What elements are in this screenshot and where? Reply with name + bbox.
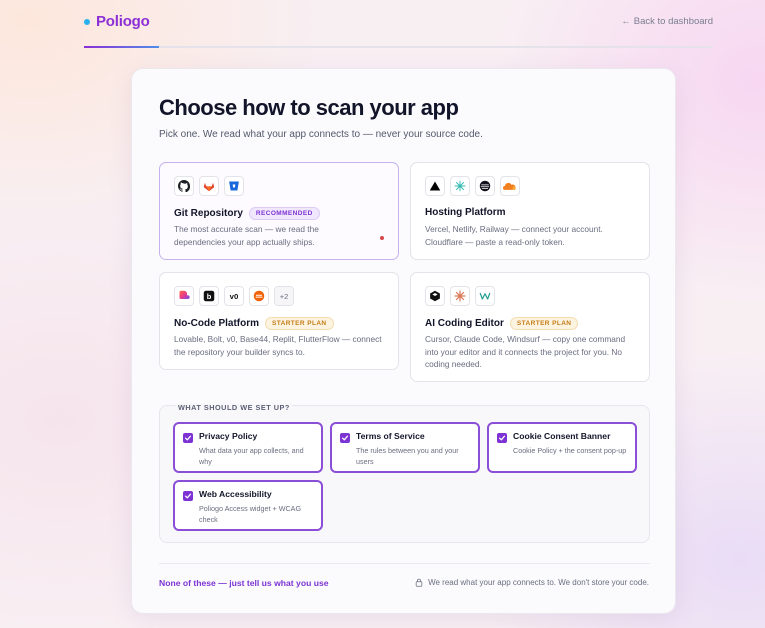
none-of-these-link[interactable]: None of these — just tell us what you us… [159, 578, 329, 588]
option-title: No-Code Platform [174, 318, 259, 329]
setup-heading: WHAT SHOULD WE SET UP? [176, 403, 292, 412]
setup-cookie-consent-banner[interactable]: Cookie Consent Banner Cookie Policy + th… [487, 422, 637, 473]
bolt-icon: b [199, 286, 219, 306]
starter-plan-badge: STARTER PLAN [509, 317, 579, 330]
checkbox-checked-icon[interactable] [183, 491, 193, 501]
setup-privacy-policy[interactable]: Privacy Policy What data your app collec… [173, 422, 323, 473]
progress-bar-fill [84, 46, 160, 48]
setup-item-description: What data your app collects, and why [199, 446, 304, 466]
option-no-code-platform[interactable]: b v0 +2 No-Code Platform STARTER PLAN Lo… [159, 272, 399, 370]
setup-item-title: Web Accessibility [199, 489, 272, 499]
checkbox-checked-icon[interactable] [497, 433, 507, 443]
option-title: Hosting Platform [425, 207, 506, 218]
recommended-badge: RECOMMENDED [248, 207, 320, 220]
option-title: AI Coding Editor [425, 318, 504, 329]
option-icons [425, 176, 520, 196]
setup-item-description: Poliogo Access widget + WCAG check [199, 504, 302, 524]
page-subtitle: Pick one. We read what your app connects… [159, 129, 483, 140]
divider [159, 563, 650, 564]
lock-icon [415, 578, 423, 587]
starter-plan-badge: STARTER PLAN [265, 317, 334, 330]
option-description: The most accurate scan — we read the dep… [174, 224, 319, 247]
arrow-left-icon: ← [621, 16, 631, 27]
option-description: Cursor, Claude Code, Windsurf — copy one… [425, 334, 626, 369]
option-description: Vercel, Netlify, Railway — connect your … [425, 224, 603, 247]
gitlab-icon [199, 176, 219, 196]
v0-icon: v0 [224, 286, 244, 306]
progress-bar [84, 46, 713, 48]
setup-item-title: Cookie Consent Banner [513, 431, 611, 441]
status-dot-icon [380, 236, 384, 240]
brand-dot-icon [84, 18, 90, 25]
option-icons [174, 176, 244, 196]
option-git-repository[interactable]: Git Repository RECOMMENDED The most accu… [159, 162, 399, 260]
back-to-dashboard-link[interactable]: ← Back to dashboard [621, 16, 713, 27]
option-title: Git Repository [174, 208, 243, 219]
vercel-icon [425, 176, 445, 196]
top-bar: Poliogo ← Back to dashboard [0, 0, 765, 48]
railway-icon [475, 176, 495, 196]
replit-icon [249, 286, 269, 306]
more-platforms-badge: +2 [274, 286, 294, 306]
setup-item-title: Terms of Service [356, 431, 425, 441]
option-ai-coding-editor[interactable]: AI Coding Editor STARTER PLAN Cursor, Cl… [410, 272, 650, 382]
brand-name: Poliogo [96, 13, 150, 30]
setup-web-accessibility[interactable]: Web Accessibility Poliogo Access widget … [173, 480, 323, 531]
option-description: Lovable, Bolt, v0, Base44, Replit, Flutt… [174, 334, 382, 357]
claude-icon [450, 286, 470, 306]
checkbox-checked-icon[interactable] [183, 433, 193, 443]
setup-terms-of-service[interactable]: Terms of Service The rules between you a… [330, 422, 480, 473]
privacy-note: We read what your app connects to. We do… [415, 578, 649, 587]
setup-item-description: Cookie Policy + the consent pop-up [513, 446, 627, 455]
brand-logo[interactable]: Poliogo [84, 13, 150, 30]
windsurf-icon [475, 286, 495, 306]
lovable-icon [174, 286, 194, 306]
page-title: Choose how to scan your app [159, 95, 459, 120]
cloudflare-icon [500, 176, 520, 196]
option-hosting-platform[interactable]: Hosting Platform Vercel, Netlify, Railwa… [410, 162, 650, 260]
setup-options-panel: WHAT SHOULD WE SET UP? Privacy Policy Wh… [159, 403, 650, 543]
scan-method-card: Choose how to scan your app Pick one. We… [131, 68, 676, 614]
option-icons: b v0 +2 [174, 286, 294, 306]
github-icon [174, 176, 194, 196]
svg-text:b: b [207, 292, 212, 301]
bitbucket-icon [224, 176, 244, 196]
privacy-note-text: We read what your app connects to. We do… [428, 578, 649, 587]
option-icons [425, 286, 495, 306]
back-link-label: Back to dashboard [633, 16, 713, 27]
cursor-icon [425, 286, 445, 306]
svg-text:v0: v0 [230, 292, 239, 301]
setup-item-title: Privacy Policy [199, 431, 258, 441]
netlify-icon [450, 176, 470, 196]
setup-item-description: The rules between you and your users [356, 446, 459, 466]
checkbox-checked-icon[interactable] [340, 433, 350, 443]
